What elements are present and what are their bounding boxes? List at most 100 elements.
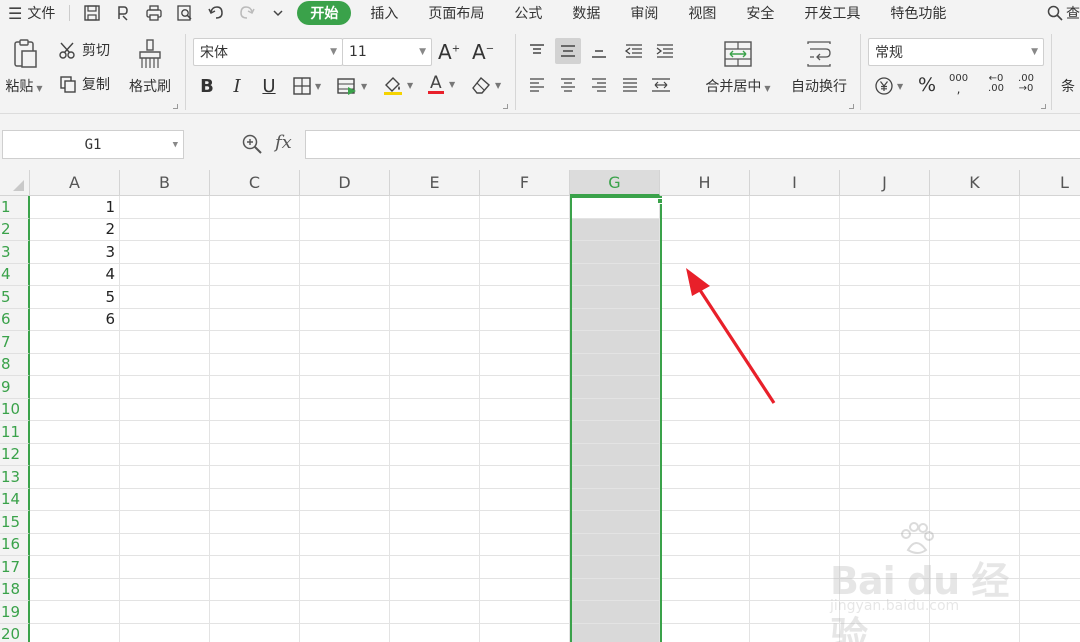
cell-f7[interactable] (480, 331, 570, 354)
align-bottom-button[interactable] (586, 38, 612, 64)
cell-h18[interactable] (660, 578, 750, 601)
row-header[interactable]: 15 (0, 511, 30, 534)
cell-c19[interactable] (210, 601, 300, 624)
cell-e17[interactable] (390, 556, 480, 579)
cell-c4[interactable] (210, 263, 300, 286)
row-header[interactable]: 20 (0, 623, 30, 642)
row-header[interactable]: 18 (0, 578, 30, 601)
cell-j2[interactable] (840, 218, 930, 241)
cell-l1[interactable] (1020, 196, 1080, 219)
cell-d19[interactable] (300, 601, 390, 624)
cell-g13[interactable] (570, 466, 660, 489)
cell-e13[interactable] (390, 466, 480, 489)
cell-c7[interactable] (210, 331, 300, 354)
cell-i19[interactable] (750, 601, 840, 624)
cell-l11[interactable] (1020, 421, 1080, 444)
cell-h16[interactable] (660, 533, 750, 556)
cell-g19[interactable] (570, 601, 660, 624)
cell-g17[interactable] (570, 556, 660, 579)
cell-a20[interactable] (30, 623, 120, 642)
cell-d11[interactable] (300, 421, 390, 444)
cell-d3[interactable] (300, 241, 390, 264)
cell-k3[interactable] (930, 241, 1020, 264)
align-center-button[interactable] (555, 72, 581, 98)
font-dialog-launcher[interactable] (503, 104, 508, 109)
cell-f20[interactable] (480, 623, 570, 642)
cell-k1[interactable] (930, 196, 1020, 219)
cut-button[interactable]: 剪切 (58, 40, 110, 60)
cell-f10[interactable] (480, 398, 570, 421)
cell-f16[interactable] (480, 533, 570, 556)
cell-g7[interactable] (570, 331, 660, 354)
row-header[interactable]: 8 (0, 353, 30, 376)
cell-j10[interactable] (840, 398, 930, 421)
cell-l13[interactable] (1020, 466, 1080, 489)
cell-style-button[interactable]: ▼ (336, 76, 367, 96)
cell-g8[interactable] (570, 353, 660, 376)
cell-e15[interactable] (390, 511, 480, 534)
cell-i11[interactable] (750, 421, 840, 444)
alignment-dialog-launcher[interactable] (849, 104, 854, 109)
cell-d17[interactable] (300, 556, 390, 579)
cell-d1[interactable] (300, 196, 390, 219)
cell-k11[interactable] (930, 421, 1020, 444)
cell-j6[interactable] (840, 308, 930, 331)
cell-e9[interactable] (390, 376, 480, 399)
cell-j13[interactable] (840, 466, 930, 489)
cell-k13[interactable] (930, 466, 1020, 489)
cell-a9[interactable] (30, 376, 120, 399)
cell-h13[interactable] (660, 466, 750, 489)
cell-c18[interactable] (210, 578, 300, 601)
increase-indent-button[interactable] (652, 38, 678, 64)
cell-g3[interactable] (570, 241, 660, 264)
cell-f14[interactable] (480, 488, 570, 511)
cell-a13[interactable] (30, 466, 120, 489)
number-format-select[interactable]: 常规 ▼ (868, 38, 1044, 66)
zoom-find-button[interactable] (241, 133, 263, 159)
copy-button[interactable]: 复制 (58, 74, 110, 94)
cell-f13[interactable] (480, 466, 570, 489)
cell-e1[interactable] (390, 196, 480, 219)
cell-i17[interactable] (750, 556, 840, 579)
row-header[interactable]: 16 (0, 533, 30, 556)
column-header-l[interactable]: L (1020, 170, 1080, 196)
conditional-format-button[interactable]: 条 (1061, 76, 1075, 96)
cell-k4[interactable] (930, 263, 1020, 286)
cell-b7[interactable] (120, 331, 210, 354)
cell-a5[interactable]: 5 (30, 286, 120, 309)
cell-d13[interactable] (300, 466, 390, 489)
cell-f19[interactable] (480, 601, 570, 624)
cell-d6[interactable] (300, 308, 390, 331)
cell-c11[interactable] (210, 421, 300, 444)
cell-e5[interactable] (390, 286, 480, 309)
cell-l2[interactable] (1020, 219, 1080, 241)
align-top-button[interactable] (524, 38, 550, 64)
cell-l12[interactable] (1020, 444, 1080, 466)
cell-l6[interactable] (1020, 309, 1080, 331)
row-header[interactable]: 1 (0, 196, 30, 219)
insert-function-button[interactable]: fx (275, 132, 292, 153)
cell-c1[interactable] (210, 196, 300, 219)
cell-e8[interactable] (390, 353, 480, 376)
cell-g11[interactable] (570, 421, 660, 444)
cell-j12[interactable] (840, 443, 930, 466)
bold-button[interactable]: B (194, 73, 220, 99)
cell-a8[interactable] (30, 353, 120, 376)
cell-g14[interactable] (570, 488, 660, 511)
cell-i20[interactable] (750, 623, 840, 642)
cell-b5[interactable] (120, 286, 210, 309)
row-header[interactable]: 3 (0, 241, 30, 264)
clipboard-dialog-launcher[interactable] (173, 104, 178, 109)
row-header[interactable]: 4 (0, 263, 30, 286)
cell-h11[interactable] (660, 421, 750, 444)
cell-i14[interactable] (750, 488, 840, 511)
cell-f3[interactable] (480, 241, 570, 264)
cell-d14[interactable] (300, 488, 390, 511)
cell-d4[interactable] (300, 263, 390, 286)
font-name-select[interactable]: 宋体 ▼ (193, 38, 343, 66)
column-header-g[interactable]: G (570, 170, 660, 196)
cell-b4[interactable] (120, 263, 210, 286)
cell-e6[interactable] (390, 308, 480, 331)
cell-l9[interactable] (1020, 376, 1080, 399)
cell-b12[interactable] (120, 443, 210, 466)
